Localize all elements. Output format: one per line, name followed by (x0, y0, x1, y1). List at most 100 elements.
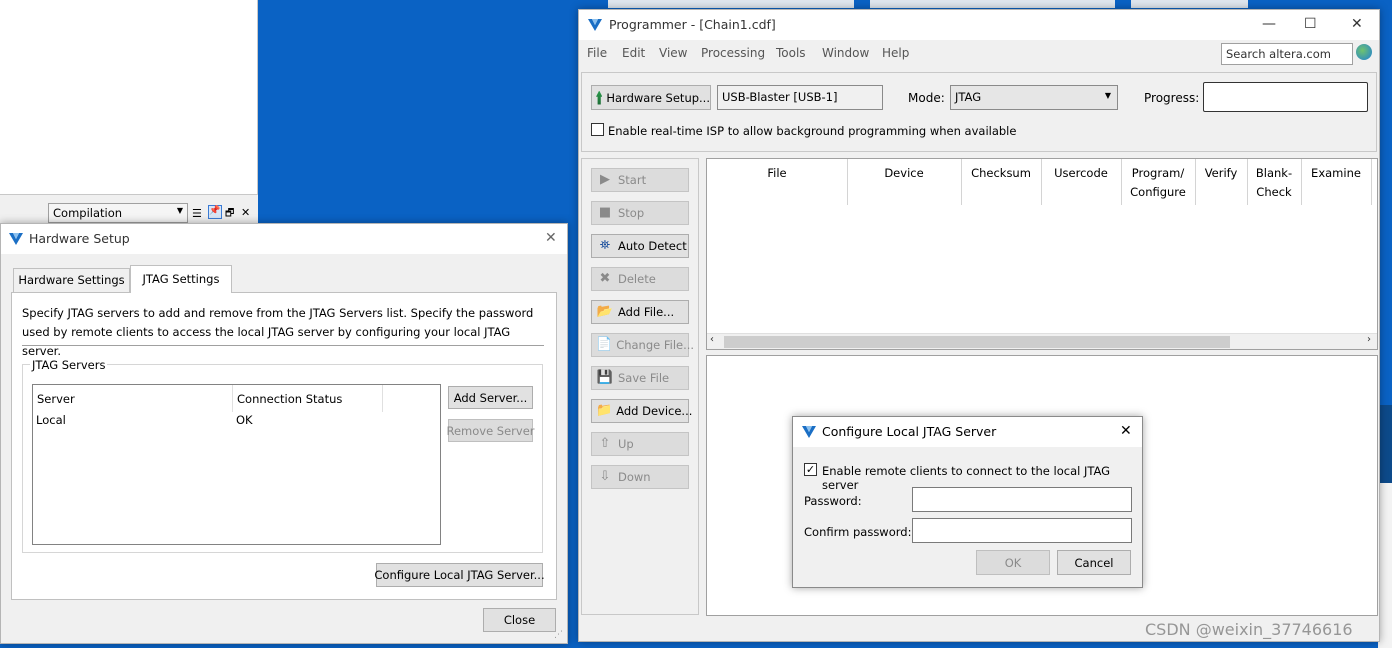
mode-label: Mode: (908, 91, 945, 105)
quartus-logo-icon (802, 426, 816, 438)
compilation-combo[interactable]: Compilation ▼ (48, 203, 188, 223)
col-program-line1: Program/ (1131, 166, 1185, 180)
row-server: Local (36, 413, 66, 427)
remove-server-button[interactable]: Remove Server (446, 419, 535, 442)
col-program-line2: Configure (1130, 185, 1186, 199)
col-verify[interactable]: Verify (1195, 164, 1247, 183)
menu-view[interactable]: View (659, 46, 687, 60)
col-usercode[interactable]: Usercode (1041, 164, 1121, 183)
configure-label: Configure Local JTAG Server... (374, 568, 545, 582)
col-file[interactable]: File (707, 164, 847, 183)
col-separator (232, 385, 233, 412)
stop-button[interactable]: ■ Stop (591, 201, 689, 225)
configure-jtag-titlebar: Configure Local JTAG Server ✕ (793, 417, 1142, 447)
taskbar-tile (870, 0, 1115, 8)
col-device[interactable]: Device (847, 164, 961, 183)
change-file-button[interactable]: 📄 Change File... (591, 333, 694, 357)
down-button[interactable]: ⇩ Down (591, 465, 689, 489)
col-blank-check[interactable]: Blank- Check (1247, 164, 1301, 202)
desktop-panel (1378, 483, 1392, 648)
list-view-icon[interactable]: ☰ (192, 207, 202, 220)
hardware-setup-titlebar: Hardware Setup ✕ (1, 224, 567, 254)
minimize-icon[interactable]: — (1262, 16, 1276, 32)
scroll-right-icon[interactable]: › (1367, 334, 1371, 345)
menu-window[interactable]: Window (822, 46, 869, 60)
programmer-title: Programmer - [Chain1.cdf] (609, 17, 776, 32)
delete-icon: ✖ (599, 271, 611, 286)
stop-icon: ■ (598, 205, 612, 220)
search-input[interactable]: Search altera.com (1221, 43, 1353, 65)
table-row[interactable]: Local OK (33, 412, 440, 430)
menu-tools[interactable]: Tools (776, 46, 806, 60)
confirm-password-field[interactable] (912, 518, 1132, 543)
save-file-label: Save File (618, 371, 670, 385)
ok-button[interactable]: OK (976, 550, 1050, 575)
close-icon[interactable]: ✕ (1120, 423, 1132, 439)
hardware-setup-label: Hardware Setup... (606, 90, 710, 105)
stop-label: Stop (618, 206, 645, 220)
col-blank-line2: Check (1256, 185, 1292, 199)
close-small-icon[interactable]: ✕ (241, 206, 250, 219)
close-label: Close (503, 613, 536, 627)
tab-jtag-settings[interactable]: JTAG Settings (130, 265, 232, 293)
close-icon[interactable]: ✕ (545, 230, 557, 246)
col-checksum[interactable]: Checksum (961, 164, 1041, 183)
jtag-description: Specify JTAG servers to add and remove f… (22, 306, 534, 358)
tab-hardware-settings[interactable]: Hardware Settings (13, 268, 130, 292)
col-server[interactable]: Server (37, 392, 75, 406)
delete-button[interactable]: ✖ Delete (591, 267, 689, 291)
delete-label: Delete (618, 272, 656, 286)
hardware-setup-button[interactable]: Hardware Setup... (591, 85, 711, 110)
up-button[interactable]: ⇧ Up (591, 432, 689, 456)
password-field[interactable] (912, 487, 1132, 512)
scrollbar-thumb[interactable] (724, 336, 1230, 348)
hardware-setup-title: Hardware Setup (29, 231, 130, 246)
col-examine[interactable]: Examine (1301, 164, 1371, 183)
close-icon[interactable]: ✕ (1351, 16, 1363, 32)
save-icon: 💾 (596, 370, 614, 385)
globe-icon[interactable] (1356, 44, 1372, 60)
col-program-configure[interactable]: Program/ Configure (1121, 164, 1195, 202)
server-list[interactable] (32, 384, 441, 545)
progress-label: Progress: (1144, 91, 1200, 105)
resize-grip-icon[interactable]: ⋰ (554, 630, 563, 640)
compilation-combo-value: Compilation (53, 206, 123, 220)
menu-edit[interactable]: Edit (622, 46, 645, 60)
pin-icon[interactable]: 📌 (208, 205, 222, 219)
scroll-left-icon[interactable]: ‹ (710, 334, 714, 345)
col-connection-status[interactable]: Connection Status (237, 392, 342, 406)
start-button[interactable]: ▶ Start (591, 168, 689, 192)
menu-help[interactable]: Help (882, 46, 909, 60)
col-separator (1371, 159, 1372, 205)
menu-processing[interactable]: Processing (701, 46, 765, 60)
restore-icon[interactable]: 🗗 (225, 206, 234, 223)
mode-select[interactable]: JTAG ▼ (950, 85, 1118, 110)
description-divider (22, 345, 544, 346)
down-label: Down (618, 470, 651, 484)
add-device-button[interactable]: 📁 Add Device... (591, 399, 693, 423)
add-file-button[interactable]: 📂 Add File... (591, 300, 689, 324)
configure-local-jtag-server-button[interactable]: Configure Local JTAG Server... (374, 563, 545, 587)
start-label: Start (618, 173, 647, 187)
col-separator (382, 385, 383, 412)
quartus-logo-icon (588, 19, 602, 31)
save-file-button[interactable]: 💾 Save File (591, 366, 689, 390)
tab-hardware-settings-label: Hardware Settings (18, 273, 125, 287)
add-server-button[interactable]: Add Server... (448, 386, 533, 409)
progress-bar (1203, 82, 1368, 112)
enable-remote-checkbox[interactable]: ✓ (804, 463, 817, 476)
cancel-button[interactable]: Cancel (1057, 550, 1131, 575)
jtag-servers-group-label: JTAG Servers (30, 358, 108, 372)
search-placeholder: Search altera.com (1226, 47, 1331, 61)
menu-file[interactable]: File (587, 46, 607, 60)
close-button[interactable]: Close (483, 608, 556, 632)
start-icon: ▶ (600, 172, 610, 187)
isp-checkbox[interactable] (591, 123, 604, 136)
auto-detect-button[interactable]: ⛯ Auto Detect (591, 234, 689, 258)
confirm-password-label: Confirm password: (804, 525, 912, 539)
add-device-icon: 📁 (596, 403, 613, 418)
add-device-label: Add Device... (616, 404, 693, 418)
remove-server-label: Remove Server (446, 423, 535, 438)
maximize-icon[interactable]: ☐ (1304, 16, 1317, 32)
quartus-logo-icon (9, 233, 23, 245)
